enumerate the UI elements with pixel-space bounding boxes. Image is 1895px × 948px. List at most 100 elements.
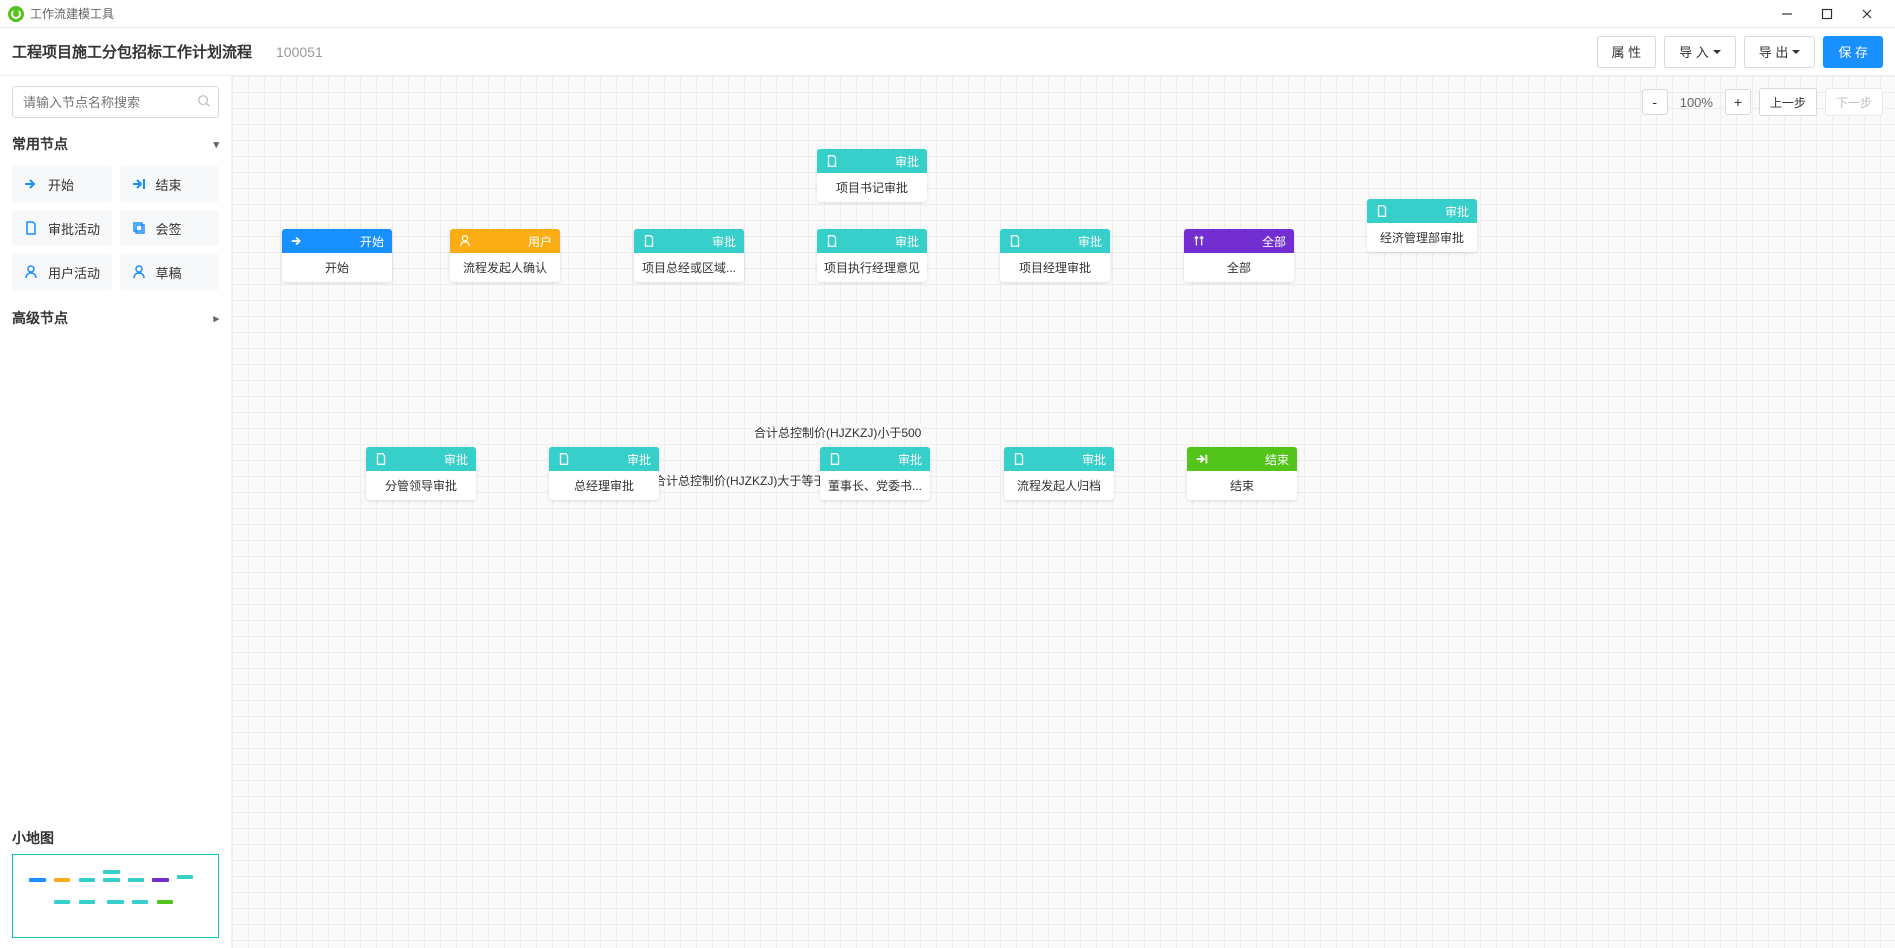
- node-approve-exec-mgr[interactable]: 审批 项目执行经理意见: [817, 229, 927, 282]
- panel-advanced-nodes[interactable]: 高级节点 ▸: [12, 302, 219, 334]
- node-body: 开始: [282, 253, 392, 282]
- node-header: 用户: [528, 233, 552, 250]
- node-body: 结束: [1187, 471, 1297, 500]
- palette-end-label: 结束: [156, 175, 182, 194]
- import-label: 导 入: [1679, 42, 1709, 61]
- document-icon: [1012, 452, 1026, 466]
- window-minimize-button[interactable]: [1767, 0, 1807, 28]
- parallel-icon: [1192, 234, 1206, 248]
- window-maximize-button[interactable]: [1807, 0, 1847, 28]
- node-approve-division-lead[interactable]: 审批 分管领导审批: [366, 447, 476, 500]
- arrow-right-stop-icon: [130, 175, 148, 193]
- node-approve-econ-dept[interactable]: 审批 经济管理部审批: [1367, 199, 1477, 252]
- panel-advanced-label: 高级节点: [12, 308, 68, 328]
- node-header: 审批: [898, 451, 922, 468]
- panel-common-nodes[interactable]: 常用节点 ▾: [12, 128, 219, 160]
- panel-common-label: 常用节点: [12, 134, 68, 154]
- minimap-title: 小地图: [12, 828, 219, 848]
- app-icon: [8, 6, 24, 22]
- arrow-right-stop-icon: [1195, 452, 1209, 466]
- node-end[interactable]: 结束 结束: [1187, 447, 1297, 500]
- properties-button[interactable]: 属 性: [1597, 36, 1657, 68]
- flow-name: 工程项目施工分包招标工作计划流程: [12, 41, 252, 62]
- node-header: 审批: [895, 153, 919, 170]
- export-label: 导 出: [1759, 42, 1789, 61]
- node-header: 审批: [1445, 203, 1469, 220]
- node-body: 项目书记审批: [817, 173, 927, 202]
- chevron-right-icon: ▸: [213, 312, 219, 325]
- draft-icon: [130, 263, 148, 281]
- minimap[interactable]: [12, 854, 219, 938]
- save-button[interactable]: 保 存: [1823, 36, 1883, 68]
- canvas[interactable]: - 100% + 上一步 下一步: [232, 76, 1895, 948]
- window-close-button[interactable]: [1847, 0, 1887, 28]
- chevron-down-icon: [1713, 50, 1721, 58]
- document-icon: [828, 452, 842, 466]
- stack-icon: [130, 219, 148, 237]
- node-body: 经济管理部审批: [1367, 223, 1477, 252]
- node-body: 分管领导审批: [366, 471, 476, 500]
- search-input[interactable]: [12, 86, 219, 118]
- window-titlebar: 工作流建模工具: [0, 0, 1895, 28]
- user-icon: [458, 234, 472, 248]
- document-icon: [1375, 204, 1389, 218]
- palette-end[interactable]: 结束: [120, 166, 220, 202]
- node-start[interactable]: 开始 开始: [282, 229, 392, 282]
- user-icon: [22, 263, 40, 281]
- palette-start-label: 开始: [48, 175, 74, 194]
- palette-start[interactable]: 开始: [12, 166, 112, 202]
- search-icon: [197, 94, 211, 111]
- node-approve-secretary[interactable]: 审批 项目书记审批: [817, 149, 927, 202]
- node-header: 审批: [1082, 451, 1106, 468]
- document-icon: [825, 234, 839, 248]
- palette-user[interactable]: 用户活动: [12, 254, 112, 290]
- node-body: 流程发起人确认: [450, 253, 560, 282]
- node-body: 董事长、党委书...: [820, 471, 930, 500]
- flow-code: 100051: [276, 44, 323, 60]
- palette-countersign-label: 会签: [156, 219, 182, 238]
- node-approve-region[interactable]: 审批 项目总经或区域...: [634, 229, 744, 282]
- document-icon: [1008, 234, 1022, 248]
- node-header: 审批: [444, 451, 468, 468]
- document-icon: [22, 219, 40, 237]
- export-button[interactable]: 导 出: [1744, 36, 1816, 68]
- palette-countersign[interactable]: 会签: [120, 210, 220, 246]
- node-header: 审批: [627, 451, 651, 468]
- node-header: 审批: [895, 233, 919, 250]
- chevron-down-icon: [1792, 50, 1800, 58]
- node-header: 结束: [1265, 451, 1289, 468]
- node-body: 项目经理审批: [1000, 253, 1110, 282]
- node-approve-chairman[interactable]: 审批 董事长、党委书...: [820, 447, 930, 500]
- header: 工程项目施工分包招标工作计划流程 100051 属 性 导 入 导 出 保 存: [0, 28, 1895, 76]
- node-body: 流程发起人归档: [1004, 471, 1114, 500]
- palette-draft[interactable]: 草稿: [120, 254, 220, 290]
- node-user-initiator[interactable]: 用户 流程发起人确认: [450, 229, 560, 282]
- node-gateway-all[interactable]: 全部 全部: [1184, 229, 1294, 282]
- arrow-right-icon: [290, 234, 304, 248]
- palette-approve-label: 审批活动: [48, 219, 100, 238]
- node-body: 项目执行经理意见: [817, 253, 927, 282]
- node-approve-proj-mgr[interactable]: 审批 项目经理审批: [1000, 229, 1110, 282]
- sidebar: 常用节点 ▾ 开始 结束 审批活动 会签 用户活动: [0, 76, 232, 948]
- palette-draft-label: 草稿: [156, 263, 182, 282]
- document-icon: [557, 452, 571, 466]
- palette-user-label: 用户活动: [48, 263, 100, 282]
- document-icon: [374, 452, 388, 466]
- app-title: 工作流建模工具: [30, 5, 114, 22]
- chevron-down-icon: ▾: [213, 138, 219, 151]
- node-header: 开始: [360, 233, 384, 250]
- node-body: 项目总经或区域...: [634, 253, 744, 282]
- node-header: 审批: [712, 233, 736, 250]
- node-approve-archive[interactable]: 审批 流程发起人归档: [1004, 447, 1114, 500]
- search-box: [12, 86, 219, 118]
- node-header: 全部: [1262, 233, 1286, 250]
- node-body: 全部: [1184, 253, 1294, 282]
- node-header: 审批: [1078, 233, 1102, 250]
- import-button[interactable]: 导 入: [1664, 36, 1736, 68]
- arrow-right-icon: [22, 175, 40, 193]
- node-approve-gm[interactable]: 审批 总经理审批: [549, 447, 659, 500]
- node-body: 总经理审批: [549, 471, 659, 500]
- document-icon: [825, 154, 839, 168]
- document-icon: [642, 234, 656, 248]
- palette-approve[interactable]: 审批活动: [12, 210, 112, 246]
